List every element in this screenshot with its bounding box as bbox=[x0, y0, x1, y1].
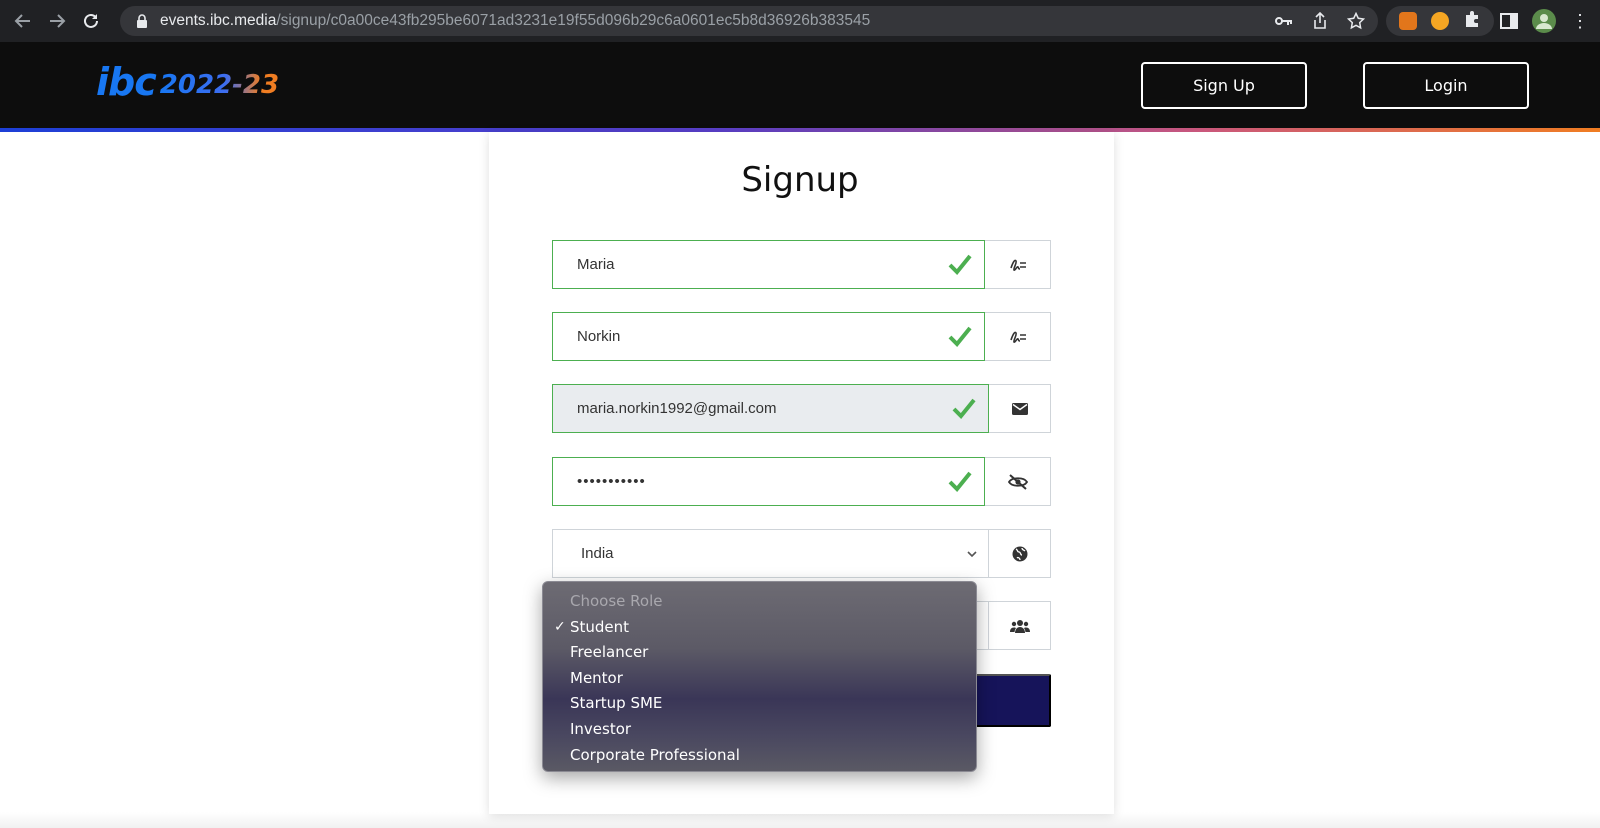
checkmark-icon: ✓ bbox=[554, 618, 566, 635]
profile-avatar-icon[interactable] bbox=[1530, 6, 1558, 36]
header-login-button[interactable]: Login bbox=[1363, 62, 1529, 109]
side-panel-icon[interactable] bbox=[1497, 6, 1521, 36]
last-name-field[interactable]: Norkin bbox=[552, 312, 985, 361]
country-select[interactable]: India bbox=[552, 529, 989, 578]
chevron-down-icon bbox=[967, 551, 977, 558]
password-field[interactable]: ••••••••••• bbox=[552, 457, 985, 506]
share-icon[interactable] bbox=[1310, 11, 1330, 31]
lock-icon bbox=[137, 14, 147, 28]
role-option-freelancer[interactable]: Freelancer bbox=[543, 640, 976, 666]
role-option-student[interactable]: ✓ Student bbox=[543, 615, 976, 641]
extension-p-icon[interactable] bbox=[1431, 12, 1449, 30]
browser-toolbar: events.ibc.media/signup/c0a00ce43fb295be… bbox=[0, 0, 1600, 42]
last-name-group: Norkin bbox=[552, 312, 1051, 361]
check-icon bbox=[948, 254, 972, 275]
browser-menu-icon[interactable]: ⋮ bbox=[1571, 6, 1589, 36]
country-group: India bbox=[552, 529, 1051, 578]
ibc-logo[interactable]: ibc 2022-23 bbox=[96, 62, 279, 102]
puzzle-icon[interactable] bbox=[1463, 10, 1481, 33]
back-icon[interactable] bbox=[6, 4, 40, 38]
header-signup-button[interactable]: Sign Up bbox=[1141, 62, 1307, 109]
envelope-icon bbox=[989, 384, 1051, 433]
eye-slash-icon[interactable] bbox=[985, 457, 1051, 506]
email-group: maria.norkin1992@gmail.com bbox=[552, 384, 1051, 433]
forward-icon[interactable] bbox=[40, 4, 74, 38]
globe-icon bbox=[989, 529, 1051, 578]
url-text: events.ibc.media/signup/c0a00ce43fb295be… bbox=[160, 12, 871, 29]
signature-icon bbox=[985, 240, 1051, 289]
extensions-group bbox=[1386, 6, 1494, 36]
first-name-field[interactable]: Maria bbox=[552, 240, 985, 289]
reload-icon[interactable] bbox=[74, 4, 108, 38]
address-bar[interactable]: events.ibc.media/signup/c0a00ce43fb295be… bbox=[120, 6, 1378, 36]
signature-icon bbox=[985, 312, 1051, 361]
role-option-startup-sme[interactable]: Startup SME bbox=[543, 691, 976, 717]
role-dropdown-menu: Choose Role ✓ Student Freelancer Mentor … bbox=[542, 581, 977, 772]
bottom-shade bbox=[0, 812, 1600, 828]
key-icon[interactable] bbox=[1274, 11, 1294, 31]
check-icon bbox=[948, 471, 972, 492]
metamask-icon[interactable] bbox=[1399, 12, 1417, 30]
role-option-choose-role: Choose Role bbox=[570, 592, 663, 610]
first-name-group: Maria bbox=[552, 240, 1051, 289]
page-title: Signup bbox=[741, 160, 859, 200]
role-option-investor[interactable]: Investor bbox=[543, 717, 976, 743]
role-option-mentor[interactable]: Mentor bbox=[543, 666, 976, 692]
check-icon bbox=[948, 326, 972, 347]
password-group: ••••••••••• bbox=[552, 457, 1051, 506]
role-option-corporate-professional[interactable]: Corporate Professional bbox=[543, 743, 976, 769]
email-field[interactable]: maria.norkin1992@gmail.com bbox=[552, 384, 989, 433]
users-icon bbox=[989, 601, 1051, 650]
check-icon bbox=[952, 398, 976, 419]
bookmark-star-icon[interactable] bbox=[1346, 11, 1366, 31]
